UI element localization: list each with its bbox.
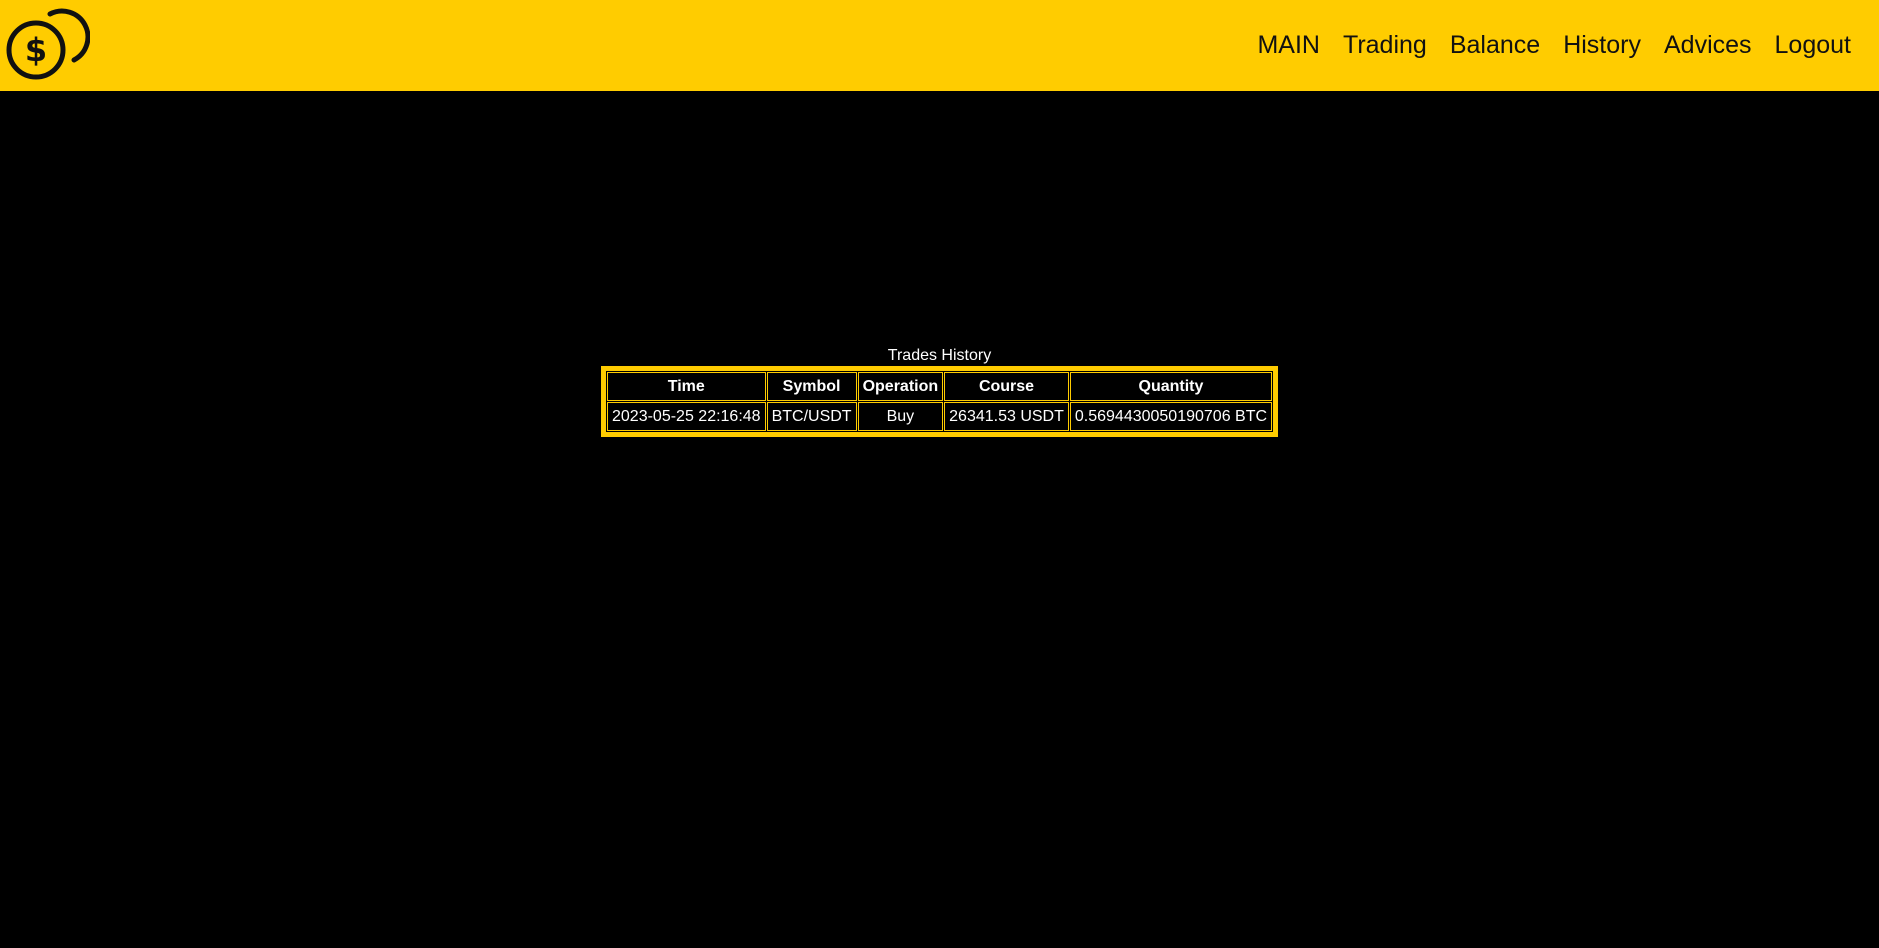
table-caption: Trades History: [887, 347, 992, 364]
cell-time: 2023-05-25 22:16:48: [607, 402, 766, 431]
trades-history-section: Trades History Time Symbol Operation Cou…: [601, 346, 1279, 437]
table-row: 2023-05-25 22:16:48 BTC/USDT Buy 26341.5…: [607, 402, 1273, 431]
main-content: Trades History Time Symbol Operation Cou…: [0, 91, 1879, 948]
cell-course: 26341.53 USDT: [944, 402, 1069, 431]
top-navbar: $ MAIN Trading Balance History Advices L…: [0, 0, 1879, 91]
trades-history-table: Time Symbol Operation Course Quantity 20…: [601, 366, 1279, 437]
column-header-time: Time: [607, 372, 766, 401]
nav-history[interactable]: History: [1563, 33, 1641, 58]
nav-trading[interactable]: Trading: [1343, 33, 1427, 58]
nav-balance[interactable]: Balance: [1450, 33, 1540, 58]
nav-advices[interactable]: Advices: [1664, 33, 1752, 58]
column-header-operation: Operation: [857, 372, 944, 401]
cell-quantity: 0.5694430050190706 BTC: [1069, 402, 1273, 431]
nav-logout[interactable]: Logout: [1775, 33, 1851, 58]
cell-operation: Buy: [857, 402, 944, 431]
cell-symbol: BTC/USDT: [766, 402, 857, 431]
dollar-coins-icon[interactable]: $: [6, 6, 91, 82]
column-header-symbol: Symbol: [766, 372, 857, 401]
main-nav: MAIN Trading Balance History Advices Log…: [1234, 0, 1851, 91]
column-header-quantity: Quantity: [1069, 372, 1273, 401]
table-header-row: Time Symbol Operation Course Quantity: [607, 372, 1273, 401]
column-header-course: Course: [944, 372, 1069, 401]
svg-text:$: $: [25, 31, 47, 69]
nav-main[interactable]: MAIN: [1257, 33, 1320, 58]
